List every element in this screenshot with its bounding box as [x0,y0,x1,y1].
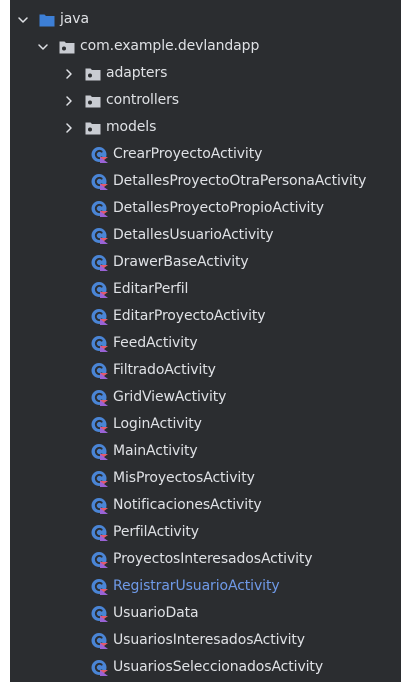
chevron-down-icon[interactable] [17,14,29,26]
tree-node-class[interactable]: DetallesProyectoPropioActivity [10,195,401,222]
tree-node-class[interactable]: CrearProyectoActivity [10,141,401,168]
package-icon [85,94,101,108]
chevron-down-icon[interactable] [37,41,49,53]
tree-node-label: adapters [106,65,168,81]
tree-node-label: GridViewActivity [113,389,227,405]
kotlin-class-icon [91,362,108,379]
tree-node-controllers[interactable]: controllers [10,87,401,114]
tree-node-label: UsuariosSeleccionadosActivity [113,659,324,675]
kotlin-class-icon [91,227,108,244]
tree-node-label: CrearProyectoActivity [113,146,263,162]
tree-node-label: RegistrarUsuarioActivity [113,578,280,594]
tree-node-label: PerfilActivity [113,524,199,540]
tree-node-label: FeedActivity [113,335,198,351]
tree-node-class[interactable]: UsuariosInteresadosActivity [10,627,401,654]
kotlin-class-icon [91,308,108,325]
tree-node-class[interactable]: LoginActivity [10,411,401,438]
kotlin-class-icon [91,605,108,622]
tree-node-label: FiltradoActivity [113,362,216,378]
tree-node-label: EditarPerfil [113,281,189,297]
tree-node-class[interactable]: PerfilActivity [10,519,401,546]
tree-node-label: UsuariosInteresadosActivity [113,632,305,648]
kotlin-class-icon [91,389,108,406]
kotlin-class-icon [91,470,108,487]
kotlin-class-icon [91,659,108,676]
tree-node-label: LoginActivity [113,416,202,432]
tree-node-class[interactable]: EditarPerfil [10,276,401,303]
tree-node-class[interactable]: EditarProyectoActivity [10,303,401,330]
tree-node-label: EditarProyectoActivity [113,308,266,324]
tree-node-label: DetallesProyectoOtraPersonaActivity [113,173,367,189]
tree-node-class[interactable]: DetallesProyectoOtraPersonaActivity [10,168,401,195]
chevron-right-icon[interactable] [63,68,75,80]
package-icon [85,121,101,135]
kotlin-class-icon [91,632,108,649]
chevron-right-icon[interactable] [63,95,75,107]
tree-node-label: java [60,11,89,27]
tree-node-label: UsuarioData [113,605,199,621]
tree-node-models[interactable]: models [10,114,401,141]
kotlin-class-icon [91,497,108,514]
kotlin-class-icon [91,551,108,568]
tree-node-class[interactable]: GridViewActivity [10,384,401,411]
kotlin-class-icon [91,173,108,190]
tree-node-label: controllers [106,92,179,108]
kotlin-class-icon [91,443,108,460]
project-tree: java com.example.devlandapp adapters con… [10,6,401,681]
tree-node-label: MainActivity [113,443,198,459]
kotlin-class-icon [91,146,108,163]
tree-node-label: models [106,119,157,135]
kotlin-class-icon [91,416,108,433]
package-icon [59,40,75,54]
tree-node-class[interactable]: NotificacionesActivity [10,492,401,519]
tree-node-class[interactable]: UsuariosSeleccionadosActivity [10,654,401,681]
kotlin-class-icon [91,281,108,298]
tree-node-class[interactable]: FiltradoActivity [10,357,401,384]
package-icon [85,67,101,81]
tree-node-label: DetallesUsuarioActivity [113,227,274,243]
tree-node-class[interactable]: RegistrarUsuarioActivity [10,573,401,600]
tree-node-class[interactable]: UsuarioData [10,600,401,627]
tree-node-class[interactable]: ProyectosInteresadosActivity [10,546,401,573]
tree-node-label: com.example.devlandapp [80,38,260,54]
tree-node-adapters[interactable]: adapters [10,60,401,87]
kotlin-class-icon [91,254,108,271]
folder-icon [39,13,55,27]
tree-node-class[interactable]: MisProyectosActivity [10,465,401,492]
tree-node-class[interactable]: FeedActivity [10,330,401,357]
tree-node-class[interactable]: DrawerBaseActivity [10,249,401,276]
kotlin-class-icon [91,524,108,541]
tree-node-label: DetallesProyectoPropioActivity [113,200,324,216]
tree-node-class[interactable]: DetallesUsuarioActivity [10,222,401,249]
tree-node-label: MisProyectosActivity [113,470,255,486]
class-list: CrearProyectoActivity DetallesProyectoOtr… [10,141,401,681]
project-tree-panel: java com.example.devlandapp adapters con… [10,0,401,682]
chevron-right-icon[interactable] [63,122,75,134]
kotlin-class-icon [91,578,108,595]
tree-node-package[interactable]: com.example.devlandapp [10,33,401,60]
tree-node-label: DrawerBaseActivity [113,254,249,270]
tree-node-java[interactable]: java [10,6,401,33]
tree-node-class[interactable]: MainActivity [10,438,401,465]
tree-node-label: NotificacionesActivity [113,497,262,513]
kotlin-class-icon [91,335,108,352]
kotlin-class-icon [91,200,108,217]
tree-node-label: ProyectosInteresadosActivity [113,551,313,567]
